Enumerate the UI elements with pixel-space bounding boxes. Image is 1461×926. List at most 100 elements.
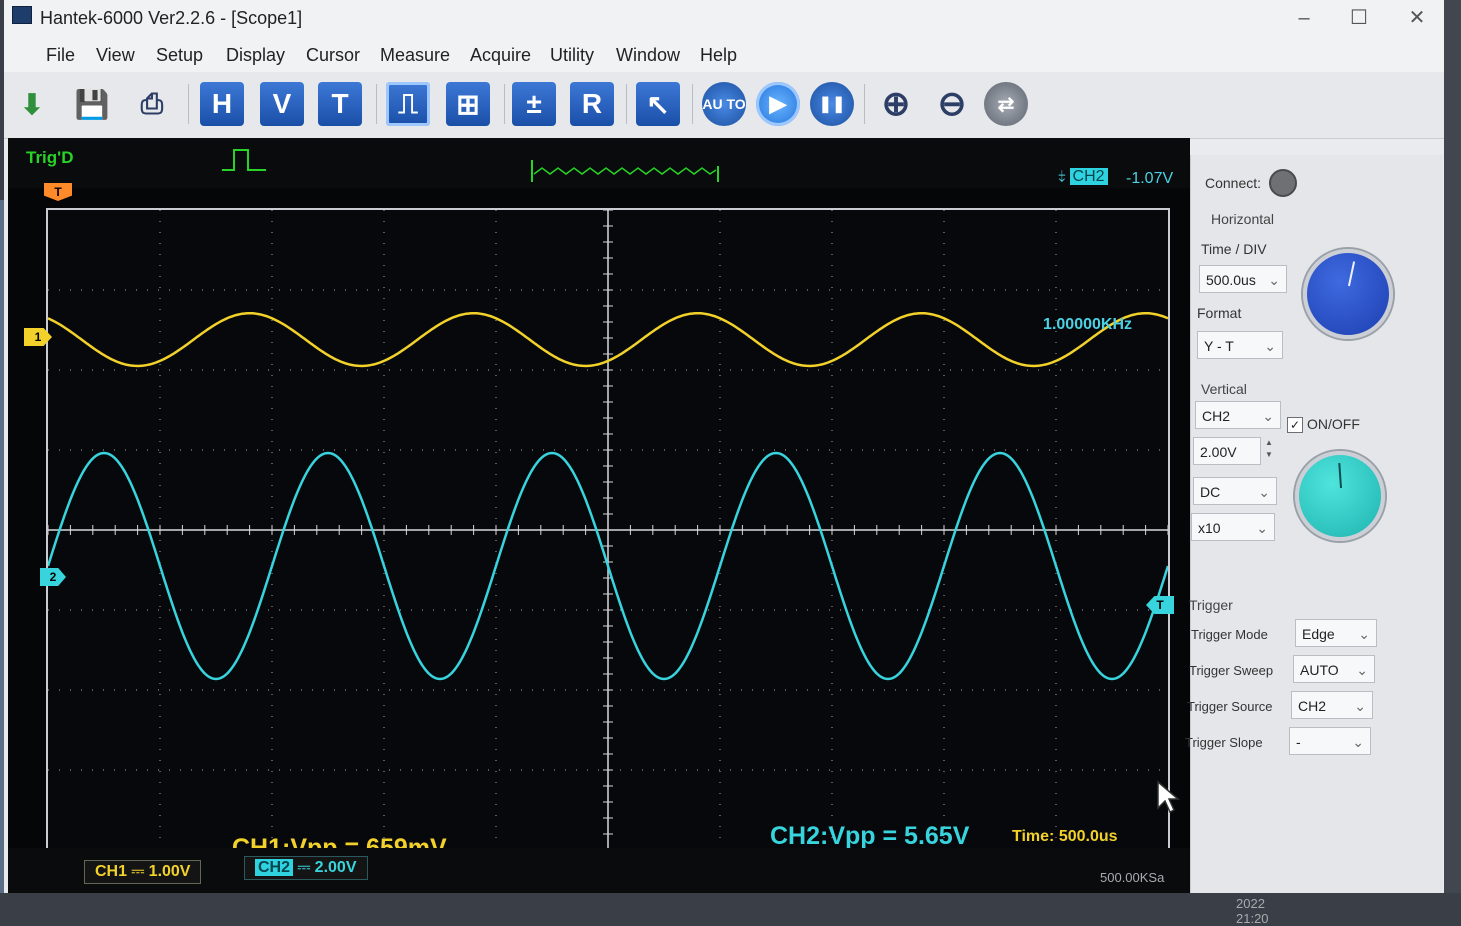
trigger-mode-select[interactable]: Edge ⌄ [1295, 619, 1377, 647]
menu-view[interactable]: View [96, 45, 135, 66]
chevron-down-icon: ⌄ [1256, 520, 1268, 536]
volts-div-knob[interactable] [1295, 451, 1385, 541]
time-div-knob[interactable] [1303, 249, 1393, 339]
v-icon[interactable]: V [260, 82, 304, 126]
zoom-in-icon[interactable]: ⊕ [874, 82, 918, 126]
menu-file[interactable]: File [46, 45, 75, 66]
trigger-sweep-select[interactable]: AUTO ⌄ [1293, 655, 1375, 683]
time-div-label: Time / DIV [1201, 241, 1267, 257]
ch2-scale-readout: CH2 ⎓ 2.00V [244, 856, 368, 880]
connect-label: Connect: [1205, 175, 1262, 191]
vertical-group-label: Vertical [1201, 381, 1247, 397]
trigger-group-label: Trigger [1189, 597, 1233, 613]
menu-help[interactable]: Help [700, 45, 737, 66]
t-icon[interactable]: T [318, 82, 362, 126]
chevron-down-icon: ⌄ [1258, 484, 1270, 500]
trigger-channel-label: ⤈ CH2 [1058, 168, 1108, 186]
scope-status-bar: Trig'D ⤈ CH2 -1.07V [8, 138, 1190, 188]
menu-setup[interactable]: Setup [156, 45, 203, 66]
print-icon[interactable]: ⎙ [130, 82, 174, 126]
swap-icon[interactable]: ⇄ [984, 82, 1028, 126]
auto-icon[interactable]: AU TO [702, 82, 746, 126]
scope-display: Trig'D ⤈ CH2 -1.07V T 1.00000KHz CH1:Vpp… [8, 138, 1269, 926]
zoom-out-icon[interactable]: ⊖ [930, 82, 974, 126]
ch2-scale-value: ⎓ 2.00V [293, 859, 357, 876]
r-icon[interactable]: R [570, 82, 614, 126]
menu-cursor[interactable]: Cursor [306, 45, 360, 66]
cursor-icon[interactable]: ↖ [636, 82, 680, 126]
onoff-checkbox[interactable]: ✓ [1287, 417, 1303, 433]
time-readout: Time: 500.0us [1012, 828, 1118, 845]
horizontal-group-label: Horizontal [1211, 211, 1275, 227]
chevron-down-icon: ⌄ [1268, 272, 1280, 288]
menu-utility[interactable]: Utility [550, 45, 594, 66]
time-position-marker[interactable]: T [44, 183, 72, 201]
trigger-sweep-value: AUTO [1300, 662, 1339, 678]
chevron-down-icon: ⌄ [1262, 408, 1274, 424]
trigger-mode-value: Edge [1302, 626, 1335, 642]
save-icon[interactable]: 💾 [70, 82, 114, 126]
screen: Hantek-6000 Ver2.2.6 - [Scope1] – ☐ ✕ Fi… [0, 0, 1461, 926]
knob-indicator [1348, 261, 1356, 286]
toolbar-separator [504, 84, 505, 124]
trigger-status: Trig'D [26, 148, 74, 167]
waveform-grid: 1.00000KHz CH1:Vpp = 659mV CH2:Vpp = 5.6… [46, 208, 1170, 862]
volts-div-spinner[interactable]: ▲ ▼ [1261, 437, 1277, 465]
trigger-mode-label: Trigger Mode [1191, 627, 1268, 642]
control-panel: Connect: Horizontal Time / DIV 500.0us ⌄ … [1185, 155, 1443, 893]
h-icon[interactable]: H [200, 82, 244, 126]
coupling-select[interactable]: DC ⌄ [1193, 477, 1277, 505]
chevron-down-icon: ⌄ [1358, 626, 1370, 642]
format-value: Y - T [1204, 338, 1234, 354]
trigger-pulse-icon [222, 149, 266, 171]
app-icon [12, 6, 32, 24]
probe-value: x10 [1198, 520, 1221, 536]
desktop-background-right [1441, 0, 1461, 893]
trigger-slope-label: Trigger Slope [1185, 735, 1263, 750]
channel-value: CH2 [1202, 408, 1231, 424]
close-button[interactable]: ✕ [1392, 4, 1442, 32]
time-div-select[interactable]: 500.0us ⌄ [1199, 265, 1287, 293]
format-select[interactable]: Y - T ⌄ [1197, 331, 1283, 359]
menu-measure[interactable]: Measure [380, 45, 450, 66]
chevron-down-icon: ⌄ [1356, 662, 1368, 678]
measure-icon[interactable]: ± [512, 82, 556, 126]
minimize-button[interactable]: – [1279, 4, 1329, 32]
trigger-level-value: -1.07V [1126, 170, 1174, 187]
chevron-down-icon: ⌄ [1352, 734, 1364, 750]
maximize-button[interactable]: ☐ [1334, 4, 1384, 32]
sample-rate: 500.00KSa [1100, 870, 1165, 885]
open-arrow-icon[interactable]: ⬇ [10, 82, 54, 126]
menu-window[interactable]: Window [616, 45, 680, 66]
channel-select[interactable]: CH2 ⌄ [1195, 401, 1281, 429]
connect-status-indicator [1269, 169, 1297, 197]
trigger-slope-value: - [1296, 734, 1301, 750]
toolbar-separator [864, 84, 865, 124]
pause-icon[interactable]: ❚❚ [810, 82, 854, 126]
menu-acquire[interactable]: Acquire [470, 45, 531, 66]
probe-select[interactable]: x10 ⌄ [1191, 513, 1275, 541]
chevron-down-icon: ⌄ [1264, 338, 1276, 354]
trigger-channel-badge: CH2 [1069, 168, 1108, 185]
menu-display[interactable]: Display [226, 45, 285, 66]
format-label: Format [1197, 305, 1242, 321]
trigger-sweep-label: Trigger Sweep [1189, 663, 1274, 678]
volts-div-input[interactable]: 2.00V [1193, 437, 1261, 465]
knob-indicator [1338, 463, 1342, 488]
trigger-slope-select[interactable]: - ⌄ [1289, 727, 1371, 755]
toolbar-separator [376, 84, 377, 124]
toolbar-separator [188, 84, 189, 124]
time-base-indicator[interactable] [530, 158, 720, 184]
toolbar-separator [626, 84, 627, 124]
ch2-scale-badge: CH2 [255, 859, 294, 876]
toolbar: ⬇ 💾 ⎙ H V T ⎍ ⊞ ± R ↖ AU TO ▶ ❚❚ ⊕ ⊖ ⇄ [4, 72, 1444, 139]
pulse-icon[interactable]: ⎍ [386, 82, 430, 126]
menu-bar: File View Setup Display Cursor Measure A… [4, 38, 1444, 100]
math-icon[interactable]: ⊞ [446, 82, 490, 126]
onoff-label: ON/OFF [1307, 416, 1360, 432]
play-icon[interactable]: ▶ [756, 82, 800, 126]
title-bar: Hantek-6000 Ver2.2.6 - [Scope1] – ☐ ✕ [4, 0, 1444, 39]
app-window: Hantek-6000 Ver2.2.6 - [Scope1] – ☐ ✕ Fi… [4, 0, 1444, 926]
trigger-source-select[interactable]: CH2 ⌄ [1291, 691, 1373, 719]
time-div-value: 500.0us [1206, 272, 1256, 288]
